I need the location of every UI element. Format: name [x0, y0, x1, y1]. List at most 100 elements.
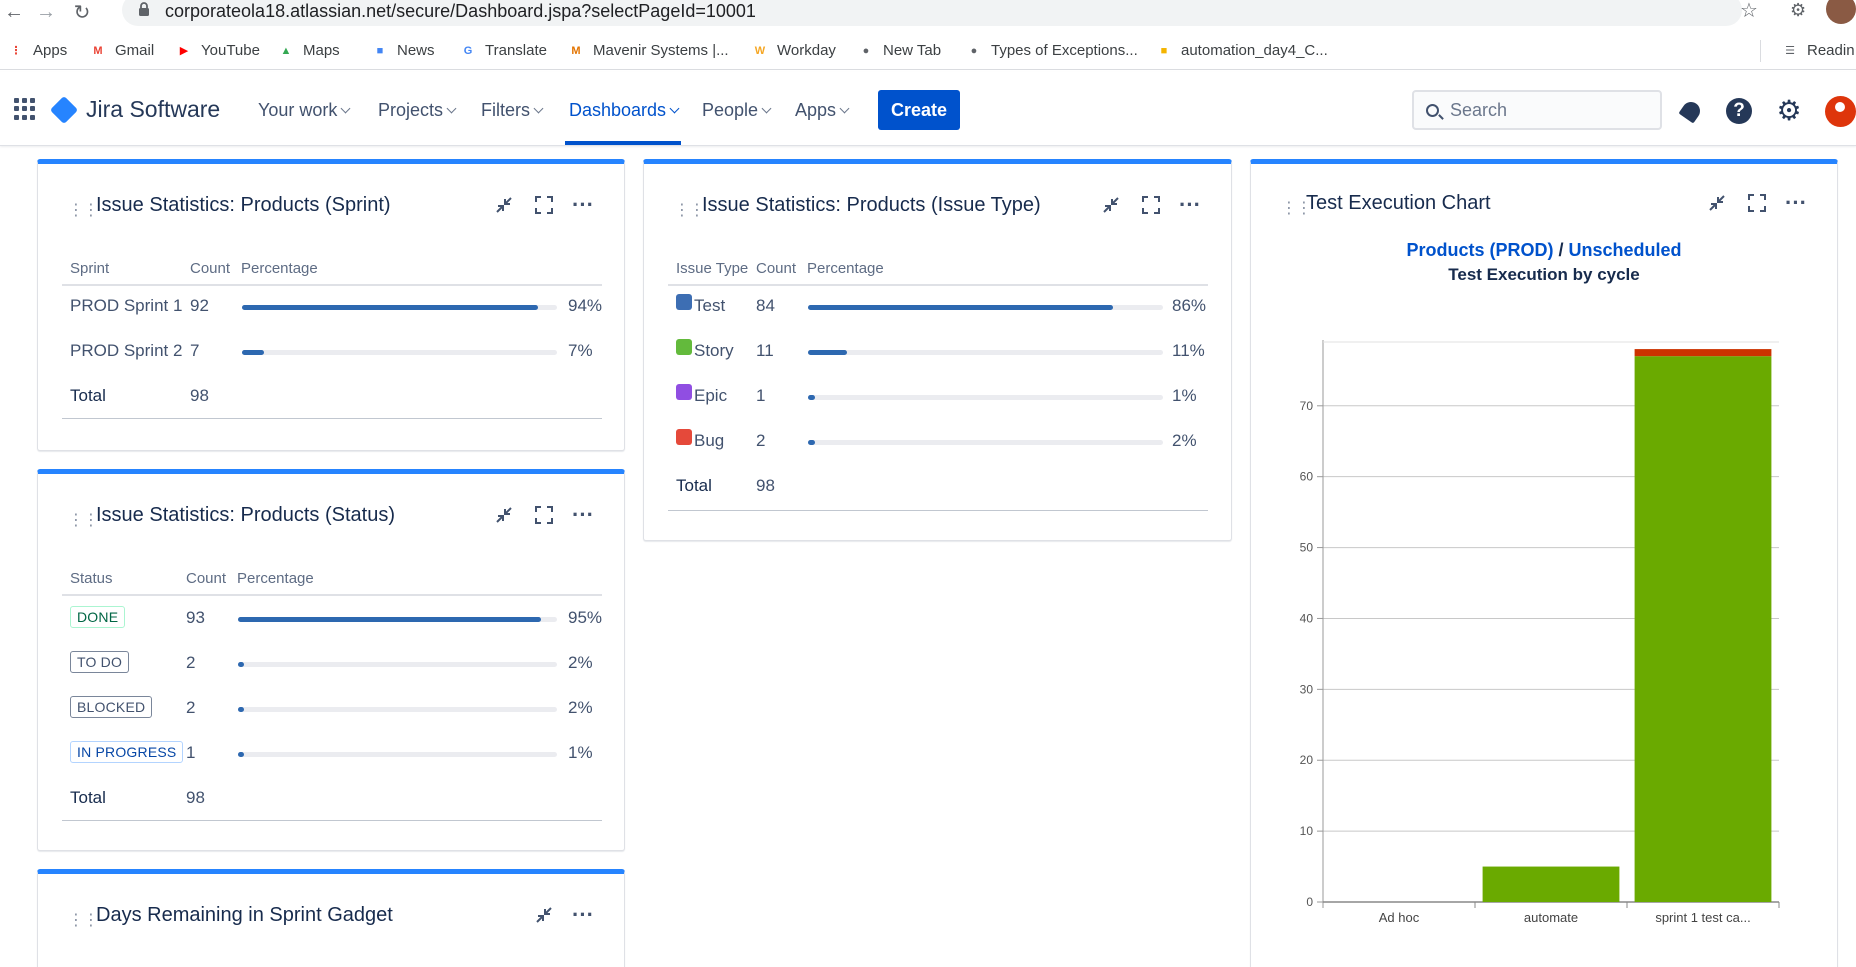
column-header-percentage[interactable]: Percentage — [807, 260, 884, 277]
create-button[interactable]: Create — [878, 90, 960, 130]
forward-arrow-icon[interactable]: → — [32, 0, 60, 24]
drag-handle-icon[interactable]: ⋮⋮ — [674, 200, 705, 220]
gadget-title: Days Remaining in Sprint Gadget — [96, 904, 393, 926]
percentage-bar-fill — [238, 752, 245, 757]
issue-type-row-label[interactable]: Bug — [694, 431, 724, 451]
breadcrumb-separator: / — [1558, 240, 1564, 260]
issue-type-row-label[interactable]: Test — [694, 296, 725, 316]
nav-label: Projects — [378, 100, 444, 120]
issue-type-row-percent: 86% — [1172, 296, 1207, 315]
help-icon[interactable]: ? — [1724, 96, 1754, 126]
minimize-icon[interactable] — [491, 502, 517, 528]
sprint-row-label[interactable]: PROD Sprint 2 — [70, 341, 182, 361]
bookmark-mavenir[interactable]: M Mavenir Systems |... — [568, 42, 728, 59]
project-link[interactable]: Products (PROD) — [1406, 240, 1553, 260]
test-icon — [676, 294, 692, 310]
column-header-percentage[interactable]: Percentage — [241, 260, 318, 277]
url-text[interactable]: corporateola18.atlassian.net/secure/Dash… — [165, 1, 756, 22]
bookmark-workday[interactable]: W Workday — [752, 42, 836, 59]
bookmark-gmail[interactable]: M Gmail — [90, 42, 154, 59]
more-options-icon[interactable]: ··· — [1177, 192, 1203, 218]
table-divider — [62, 594, 602, 596]
bar-segment-failed — [1634, 349, 1772, 357]
x-tick-label: sprint 1 test ca... — [1655, 910, 1750, 925]
drag-handle-icon[interactable]: ⋮⋮ — [68, 200, 99, 220]
browser-profile-avatar[interactable] — [1826, 0, 1856, 24]
issue-type-row-label[interactable]: Epic — [694, 386, 727, 406]
status-row-count: 2 — [186, 698, 196, 717]
back-arrow-icon[interactable]: ← — [0, 0, 28, 24]
column-header-count[interactable]: Count — [190, 260, 230, 277]
bookmark-label: YouTube — [201, 42, 260, 59]
chevron-down-icon — [669, 103, 680, 113]
user-avatar[interactable] — [1825, 96, 1856, 127]
nav-filters[interactable]: Filters — [481, 100, 544, 121]
bookmark-star-icon[interactable]: ☆ — [1740, 0, 1758, 23]
more-options-icon[interactable]: ··· — [570, 502, 596, 528]
maximize-icon[interactable] — [531, 502, 557, 528]
issue-type-row-label[interactable]: Story — [694, 341, 734, 361]
nav-people[interactable]: People — [702, 100, 772, 121]
chevron-down-icon — [446, 103, 457, 113]
sprint-row-count: 92 — [190, 296, 209, 315]
jira-logo[interactable]: Jira Software — [49, 95, 220, 124]
bookmark-label: Translate — [485, 42, 547, 59]
maximize-icon[interactable] — [531, 192, 557, 218]
percentage-bar — [808, 440, 1163, 445]
minimize-icon[interactable] — [1098, 192, 1124, 218]
maximize-icon[interactable] — [1744, 190, 1770, 216]
status-row-count: 1 — [186, 743, 196, 762]
bookmark-news[interactable]: ■ News — [372, 42, 435, 59]
y-tick-label: 0 — [1306, 895, 1313, 909]
gmail-icon: M — [93, 44, 103, 57]
nav-label: Apps — [795, 100, 837, 120]
bookmark-translate[interactable]: G Translate — [460, 42, 547, 59]
search-box[interactable] — [1412, 90, 1662, 130]
app-switcher-icon[interactable] — [14, 98, 36, 120]
status-lozenge-in-progress[interactable]: IN PROGRESS — [70, 741, 184, 763]
nav-apps[interactable]: Apps — [795, 100, 850, 121]
percentage-bar-fill — [238, 662, 245, 667]
status-lozenge-done[interactable]: DONE — [70, 606, 126, 628]
bookmark-label: Workday — [777, 42, 836, 59]
column-header-count[interactable]: Count — [756, 260, 796, 277]
reload-icon[interactable]: ↻ — [68, 0, 96, 24]
minimize-icon[interactable] — [531, 902, 557, 928]
minimize-icon[interactable] — [1704, 190, 1730, 216]
minimize-icon[interactable] — [491, 192, 517, 218]
bookmark-globe[interactable]: ● New Tab — [858, 42, 941, 59]
bookmark-apps-grid[interactable]: ⋮ Apps — [8, 42, 68, 59]
column-header-percentage[interactable]: Percentage — [237, 570, 314, 587]
nav-your-work[interactable]: Your work — [258, 100, 351, 121]
bookmark-slides[interactable]: ■ automation_day4_C... — [1156, 42, 1328, 59]
test-execution-bar-chart: 0 10 20 30 40 50 60 70 Ad hoc automate sprint 1 te… — [1300, 340, 1780, 925]
notifications-bell-icon[interactable] — [1676, 96, 1706, 126]
column-header-issue-type[interactable]: Issue Type — [676, 260, 748, 277]
drag-handle-icon[interactable]: ⋮⋮ — [68, 510, 99, 530]
status-lozenge-blocked[interactable]: BLOCKED — [70, 696, 153, 718]
settings-gear-icon[interactable]: ⚙ — [1774, 96, 1804, 126]
more-options-icon[interactable]: ··· — [570, 192, 596, 218]
search-input[interactable] — [1450, 98, 1650, 122]
nav-projects[interactable]: Projects — [378, 100, 457, 121]
more-options-icon[interactable]: ··· — [570, 902, 596, 928]
reading-list[interactable]: ☰ Readin — [1782, 42, 1854, 59]
column-header-count[interactable]: Count — [186, 570, 226, 587]
drag-handle-icon[interactable]: ⋮⋮ — [68, 910, 99, 930]
total-label: Total — [70, 386, 106, 405]
sprint-row-label[interactable]: PROD Sprint 1 — [70, 296, 182, 316]
more-options-icon[interactable]: ··· — [1783, 190, 1809, 216]
nav-dashboards[interactable]: Dashboards — [569, 100, 680, 121]
bookmark-maps[interactable]: ▲ Maps — [278, 42, 340, 59]
chevron-down-icon — [761, 103, 772, 113]
version-link[interactable]: Unscheduled — [1569, 240, 1682, 260]
bookmark-globe[interactable]: ● Types of Exceptions... — [966, 42, 1138, 59]
status-lozenge-to-do[interactable]: TO DO — [70, 651, 130, 673]
percentage-bar — [808, 395, 1163, 400]
maximize-icon[interactable] — [1138, 192, 1164, 218]
gadget-issue-stats-sprint: ⋮⋮ Issue Statistics: Products (Sprint) ·… — [37, 159, 625, 451]
bookmark-youtube[interactable]: ▶ YouTube — [176, 42, 260, 59]
column-header-sprint[interactable]: Sprint — [70, 260, 109, 277]
column-header-status[interactable]: Status — [70, 570, 113, 587]
extensions-icon[interactable]: ⚙ — [1790, 0, 1806, 21]
